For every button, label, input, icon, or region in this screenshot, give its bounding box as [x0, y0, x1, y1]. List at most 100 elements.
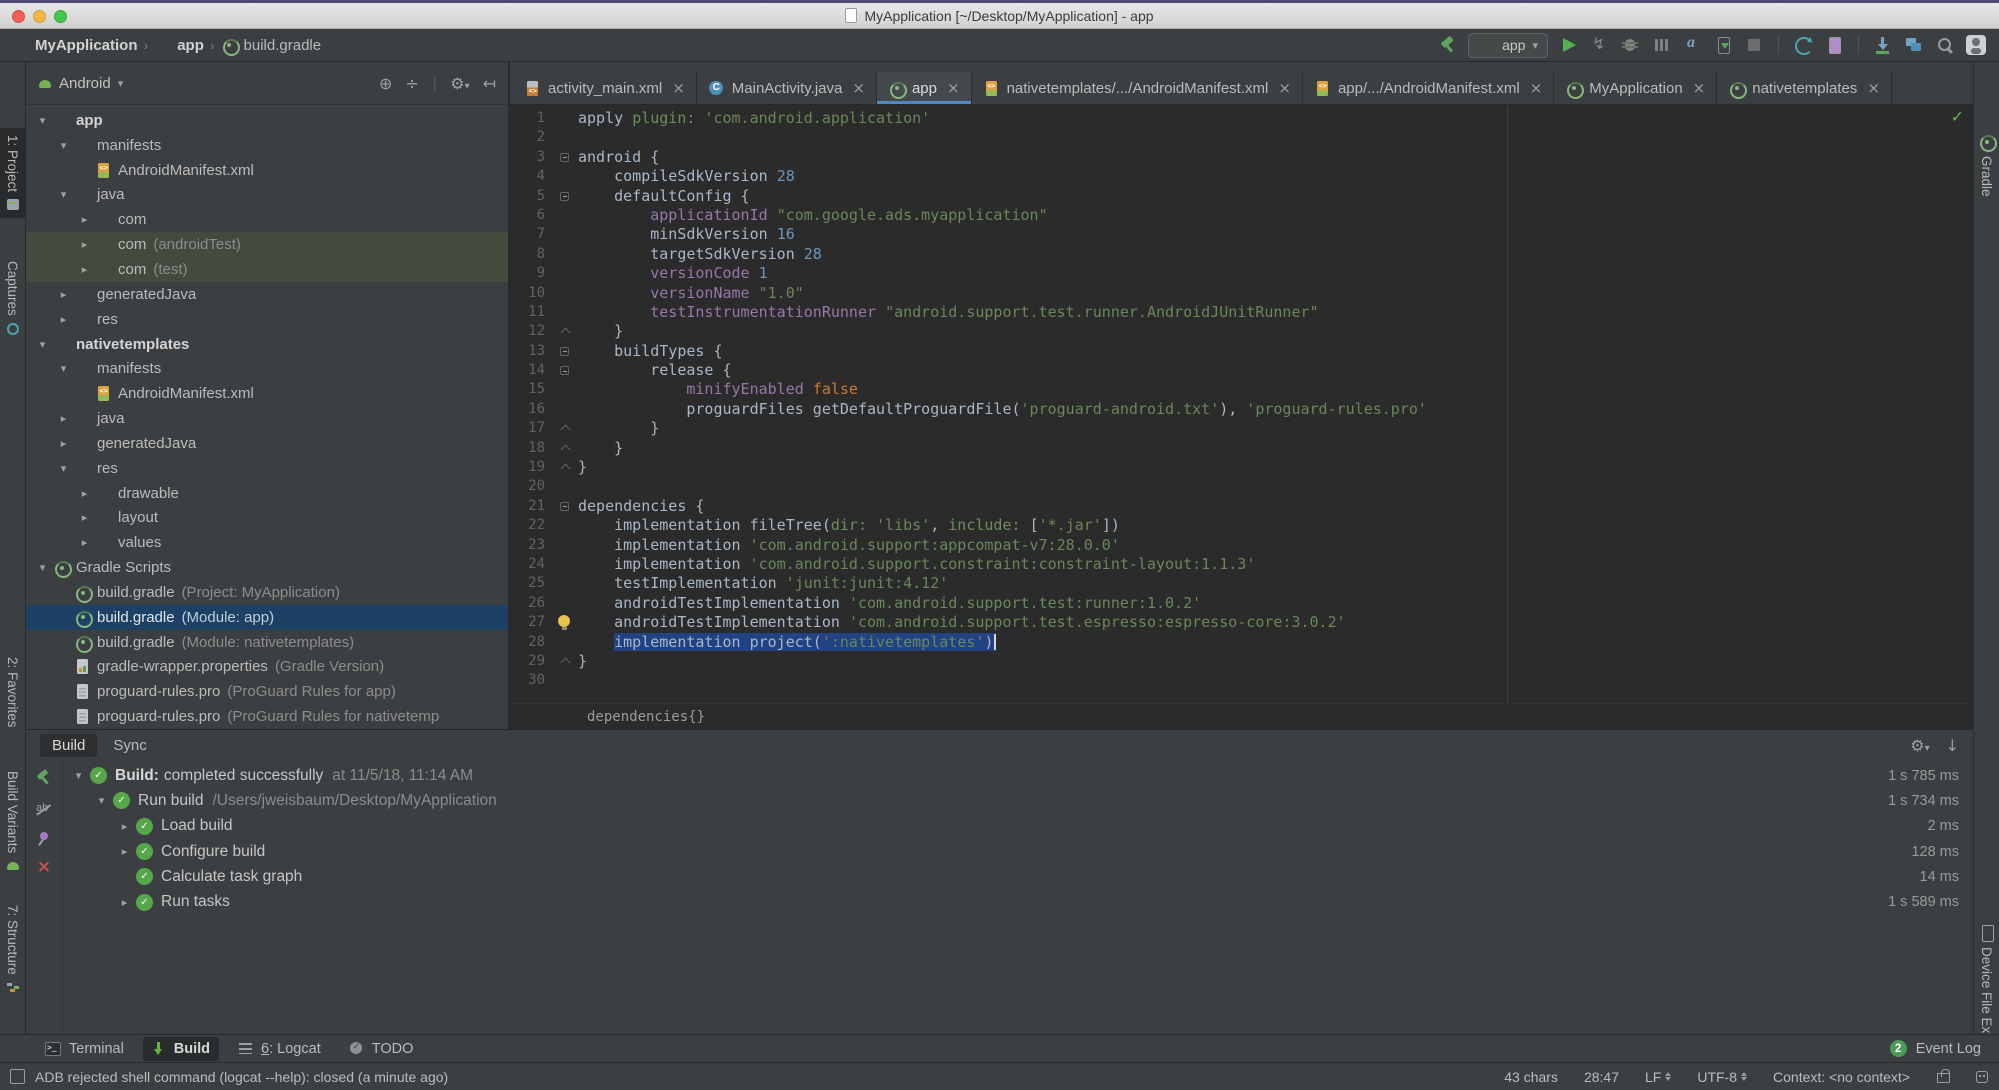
tree-toggle-icon[interactable]: ▸: [74, 263, 95, 276]
close-tab-icon[interactable]: ×: [852, 79, 865, 97]
status-message[interactable]: ADB rejected shell command (logcat --hel…: [35, 1069, 448, 1085]
build-row[interactable]: ✓ Calculate task graph 14 ms: [63, 864, 1973, 889]
tree-row[interactable]: build.gradle (Project: MyApplication): [26, 580, 508, 605]
search-everywhere-icon[interactable]: [1934, 34, 1956, 56]
editor-tab-nativetemplates-----androidmanifest-xml[interactable]: nativetemplates/.../AndroidManifest.xml ×: [971, 72, 1303, 104]
code-line[interactable]: 23 implementation 'com.android.support:a…: [510, 536, 1973, 555]
tree-toggle-icon[interactable]: ▸: [74, 213, 95, 226]
toolwindow-button-build[interactable]: Build: [142, 1036, 220, 1061]
gradle-sync-icon[interactable]: [1792, 34, 1814, 56]
code-line[interactable]: 19}: [510, 458, 1973, 477]
code-line[interactable]: 12 }: [510, 322, 1973, 341]
build-row[interactable]: ▸ ✓ Load build 2 ms: [63, 814, 1973, 839]
build-row[interactable]: ▾ ✓ Run build/Users/jweisbaum/Desktop/MyAp…: [63, 788, 1973, 813]
tree-row[interactable]: proguard-rules.pro (ProGuard Rules for na…: [26, 704, 508, 729]
caret-position[interactable]: 28:47: [1584, 1069, 1619, 1085]
code-line[interactable]: 5 defaultConfig {: [510, 187, 1973, 206]
tree-toggle-icon[interactable]: ▾: [90, 794, 113, 807]
tree-row[interactable]: ▸ layout: [26, 506, 508, 531]
stop-icon[interactable]: [1743, 34, 1765, 56]
attach-debugger-icon[interactable]: [1681, 34, 1703, 56]
tree-row[interactable]: ▸ values: [26, 530, 508, 555]
code-line[interactable]: 8 targetSdkVersion 28: [510, 245, 1973, 264]
close-window-button[interactable]: [12, 10, 25, 23]
build-row[interactable]: ▾ ✓ Build: completed successfully at 11/5/18…: [63, 763, 1973, 788]
tree-row[interactable]: proguard-rules.pro (ProGuard Rules for ap…: [26, 679, 508, 704]
context-indicator[interactable]: Context: <no context>: [1773, 1069, 1910, 1085]
editor-tab-app[interactable]: app ×: [876, 72, 972, 104]
editor-tab-myapplication[interactable]: MyApplication ×: [1554, 72, 1718, 104]
tree-row[interactable]: AndroidManifest.xml: [26, 158, 508, 183]
code-line[interactable]: 24 implementation 'com.android.support.c…: [510, 555, 1973, 574]
user-avatar-icon[interactable]: [1965, 34, 1987, 56]
code-line[interactable]: 4 compileSdkVersion 28: [510, 167, 1973, 186]
code-line[interactable]: 10 versionName "1.0": [510, 284, 1973, 303]
profile-icon[interactable]: [1650, 34, 1672, 56]
tree-row[interactable]: gradle-wrapper.properties (Gradle Version…: [26, 655, 508, 680]
build-panel-tab-sync[interactable]: Sync: [101, 734, 158, 757]
breadcrumb-item-app[interactable]: app: [154, 37, 204, 54]
code-line[interactable]: 25 testImplementation 'junit:junit:4.12': [510, 574, 1973, 593]
tree-row[interactable]: ▸ generatedJava: [26, 282, 508, 307]
editor-breadcrumb[interactable]: dependencies{}: [510, 703, 1973, 729]
build-panel-tab-build[interactable]: Build: [40, 733, 98, 757]
tree-toggle-icon[interactable]: ▾: [32, 114, 53, 127]
toolwindow-button-6--logcat[interactable]: 6: Logcat: [229, 1037, 330, 1061]
tree-row[interactable]: ▸ com: [26, 207, 508, 232]
code-line[interactable]: 14 release {: [510, 361, 1973, 380]
locate-file-icon[interactable]: ⊕: [379, 74, 392, 93]
device-file-explorer-icon[interactable]: [1903, 34, 1925, 56]
event-log-button[interactable]: 2 Event Log: [1889, 1040, 1999, 1057]
build-hammer-icon[interactable]: [1437, 34, 1459, 56]
tree-row[interactable]: ▸ com (androidTest): [26, 232, 508, 258]
pin-tab-icon[interactable]: [36, 830, 52, 846]
code-line[interactable]: 29}: [510, 652, 1973, 671]
tree-row[interactable]: ▸ com (test): [26, 257, 508, 282]
code-line[interactable]: 26 androidTestImplementation 'com.androi…: [510, 594, 1973, 613]
code-line[interactable]: 20: [510, 477, 1973, 496]
code-line[interactable]: 27 androidTestImplementation 'com.androi…: [510, 613, 1973, 632]
rebuild-icon[interactable]: [34, 768, 54, 788]
tree-row[interactable]: ▾ res: [26, 456, 508, 481]
fold-start-icon[interactable]: [560, 152, 569, 162]
code-line[interactable]: 2: [510, 128, 1973, 147]
code-line[interactable]: 11 testInstrumentationRunner "android.su…: [510, 303, 1973, 322]
tree-toggle-icon[interactable]: ▾: [53, 462, 74, 475]
tree-toggle-icon[interactable]: ▸: [74, 238, 95, 251]
fold-end-icon[interactable]: [560, 327, 571, 338]
tree-toggle-icon[interactable]: ▾: [53, 188, 74, 201]
tree-toggle-icon[interactable]: ▸: [113, 845, 136, 858]
tree-row[interactable]: ▸ drawable: [26, 481, 508, 506]
run-icon[interactable]: [1557, 34, 1579, 56]
lock-icon[interactable]: [1936, 1069, 1950, 1084]
fold-end-icon[interactable]: [560, 463, 571, 474]
tree-row[interactable]: ▸ res: [26, 307, 508, 332]
toolwindow-button-terminal[interactable]: Terminal: [36, 1037, 133, 1061]
encoding-selector[interactable]: UTF-8: [1697, 1069, 1748, 1085]
close-tab-icon[interactable]: ×: [1278, 79, 1291, 97]
debug-icon[interactable]: [1619, 34, 1641, 56]
code-line[interactable]: 6 applicationId "com.google.ads.myapplic…: [510, 206, 1973, 225]
tree-toggle-icon[interactable]: ▸: [113, 820, 136, 833]
tree-row[interactable]: ▾ manifests: [26, 133, 508, 158]
build-row[interactable]: ▸ ✓ Configure build 128 ms: [63, 839, 1973, 864]
tree-row[interactable]: build.gradle (Module: nativetemplates): [26, 630, 508, 655]
close-tab-icon[interactable]: ×: [672, 79, 685, 97]
tree-toggle-icon[interactable]: ▸: [74, 487, 95, 500]
code-line[interactable]: 16 proguardFiles getDefaultProguardFile(…: [510, 400, 1973, 419]
fold-start-icon[interactable]: [560, 366, 569, 376]
tree-toggle-icon[interactable]: ▾: [53, 139, 74, 152]
scroll-down-icon[interactable]: ↓: [1946, 736, 1959, 755]
fold-end-icon[interactable]: [560, 657, 571, 668]
tree-row[interactable]: ▾ nativetemplates: [26, 332, 508, 357]
tool-window-switcher-icon[interactable]: [10, 1069, 25, 1084]
apply-changes-icon[interactable]: [1588, 34, 1610, 56]
tree-toggle-icon[interactable]: ▸: [53, 437, 74, 450]
sidebar-item-captures[interactable]: Captures: [0, 254, 25, 343]
inspector-profile-icon[interactable]: [1975, 1070, 1989, 1084]
settings-gear-icon[interactable]: ⚙▾: [1910, 736, 1929, 755]
fold-start-icon[interactable]: [560, 191, 569, 201]
build-row[interactable]: ▸ ✓ Run tasks 1 s 589 ms: [63, 889, 1973, 914]
tree-toggle-icon[interactable]: ▾: [32, 338, 53, 351]
breadcrumb-item-myapplication[interactable]: MyApplication: [12, 37, 138, 54]
